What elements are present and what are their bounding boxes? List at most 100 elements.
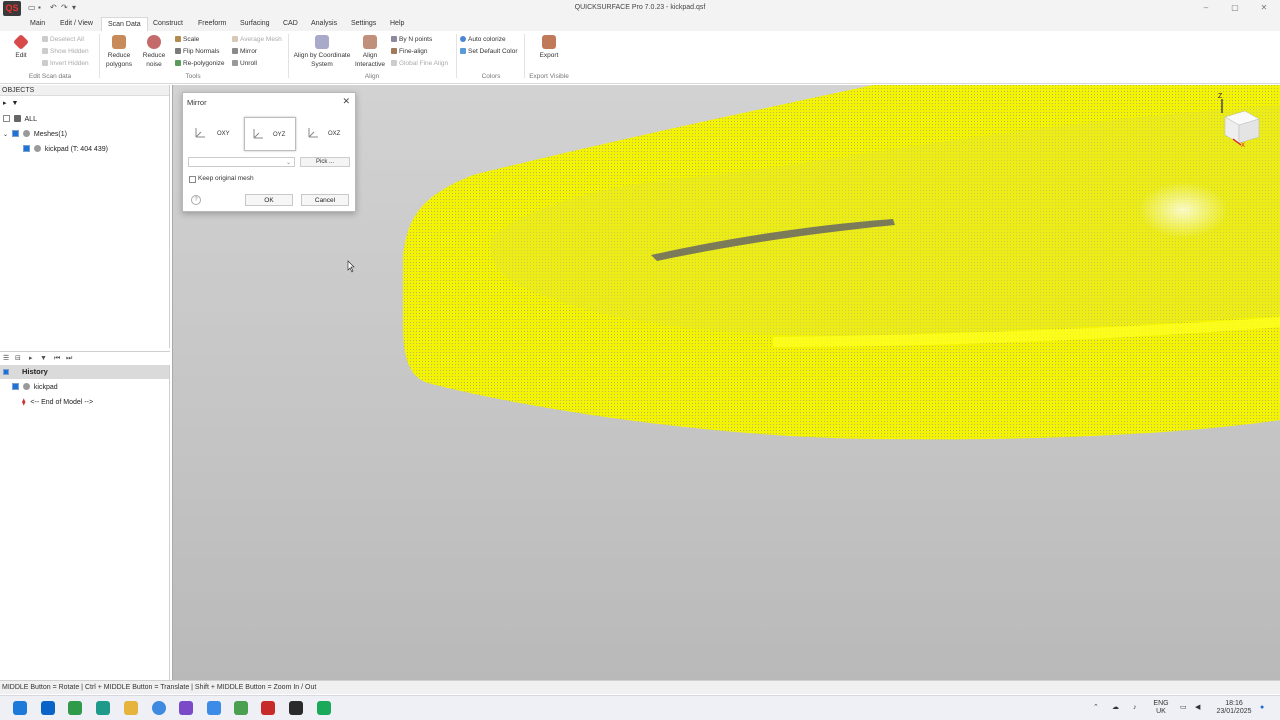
z-axis-label: Z (1218, 93, 1223, 100)
meshes-checkbox[interactable] (11, 130, 19, 137)
ok-button[interactable]: OK (245, 194, 293, 206)
fine-align-button[interactable]: Fine-align (391, 47, 428, 56)
keep-original-label: Keep original mesh (198, 175, 254, 182)
by-n-points-button[interactable]: By N points (391, 35, 432, 44)
invert-hidden-button[interactable]: Invert Hidden (42, 59, 89, 68)
expand-all-icon[interactable]: ▸ (3, 100, 7, 107)
re-polygonize-button[interactable]: Re-polygonize (175, 59, 225, 68)
keep-original-checkbox[interactable] (189, 176, 196, 183)
edit-button[interactable]: Edit (10, 34, 32, 60)
tab-settings[interactable]: Settings (345, 17, 382, 31)
average-mesh-button[interactable]: Average Mesh (232, 35, 282, 44)
plane-option-oxz[interactable]: OXZ (300, 117, 352, 151)
network-icon[interactable]: ▭ (1180, 704, 1187, 712)
history-toolbar: ☰ ⊟ ▸ ▼ ⏮ ⏭ (0, 351, 170, 365)
outlook-icon[interactable] (41, 701, 55, 715)
history-tree-icon[interactable]: ⊟ (15, 354, 21, 364)
history-last-icon[interactable]: ⏭ (66, 354, 72, 364)
mirror-button[interactable]: Mirror (232, 47, 257, 56)
auto-colorize-button[interactable]: Auto colorize (460, 35, 506, 44)
tool-app-icon[interactable] (234, 701, 248, 715)
kickpad-checkbox[interactable] (23, 145, 30, 152)
axes-icon (253, 129, 263, 139)
filezilla-icon[interactable] (261, 701, 275, 715)
history-filter-icon[interactable]: ▼ (40, 354, 47, 364)
reduce-noise-button[interactable]: Reduce noise (140, 35, 168, 69)
file-explorer-icon[interactable] (124, 701, 138, 715)
windows-start-icon[interactable] (13, 701, 27, 715)
average-mesh-icon (232, 36, 238, 42)
tab-freeform[interactable]: Freeform (192, 17, 232, 31)
tree-item-meshes[interactable]: ⌄ Meshes(1) (3, 130, 67, 140)
flip-normals-button[interactable]: Flip Normals (175, 47, 219, 56)
minimize-icon[interactable]: – (1200, 3, 1212, 13)
scale-icon (175, 36, 181, 42)
show-hidden-button[interactable]: Show Hidden (42, 47, 89, 56)
filter-icon[interactable]: ▼ (11, 100, 18, 107)
reduce-polygons-button[interactable]: Reduce polygons (103, 35, 135, 69)
reduce-noise-icon (147, 35, 161, 49)
export-button[interactable]: Export (535, 35, 563, 60)
meet-app-icon[interactable] (96, 701, 110, 715)
volume-icon[interactable]: ◀ (1195, 704, 1200, 712)
green-app-icon[interactable] (68, 701, 82, 715)
chevron-up-icon[interactable]: ⌃ (1093, 704, 1099, 712)
android-app-icon[interactable] (317, 701, 331, 715)
mirror-dialog: Mirror ✕ OXY OYZ OXZ ⌄ Pick ... Keep ori… (182, 92, 356, 212)
tab-scan-data[interactable]: Scan Data (101, 17, 148, 31)
tab-cad[interactable]: CAD (277, 17, 304, 31)
notification-icon[interactable]: ● (1260, 704, 1264, 712)
maximize-icon[interactable]: ▢ (1229, 3, 1241, 13)
history-header: History (0, 365, 169, 379)
plane-option-oxy[interactable]: OXY (187, 117, 239, 151)
history-checkbox[interactable] (3, 369, 9, 375)
tab-surfacing[interactable]: Surfacing (234, 17, 276, 31)
align-cs-icon (315, 35, 329, 49)
align-interactive-button[interactable]: Align Interactive (353, 35, 387, 69)
tree-expand-controls[interactable]: ▸ ▼ (3, 99, 18, 109)
set-default-color-button[interactable]: Set Default Color (460, 47, 518, 56)
ribbon-separator (524, 34, 525, 78)
close-window-icon[interactable]: ✕ (1258, 3, 1270, 13)
pick-button[interactable]: Pick ... (300, 157, 350, 167)
help-icon[interactable]: ? (191, 195, 201, 205)
cancel-button[interactable]: Cancel (301, 194, 349, 206)
deselect-all-button[interactable]: Deselect All (42, 35, 84, 44)
all-checkbox[interactable] (3, 115, 10, 122)
history-end-of-model[interactable]: ⧫ <-- End of Model --> (22, 398, 93, 408)
tab-help[interactable]: Help (384, 17, 410, 31)
scale-button[interactable]: Scale (175, 35, 199, 44)
edit-icon (13, 34, 29, 50)
deselect-icon (42, 36, 48, 42)
dialog-close-icon[interactable]: ✕ (342, 96, 350, 107)
history-item-kickpad[interactable]: kickpad (12, 383, 58, 393)
objects-header: OBJECTS (0, 85, 169, 96)
history-first-icon[interactable]: ⏮ (54, 354, 60, 364)
quicksurface-taskbar-icon[interactable] (289, 701, 303, 715)
onedrive-icon[interactable]: ☁ (1112, 704, 1119, 712)
language-indicator[interactable]: ENG UK (1150, 700, 1172, 716)
unroll-button[interactable]: Unroll (232, 59, 257, 68)
tab-construct[interactable]: Construct (147, 17, 189, 31)
tree-item-kickpad[interactable]: kickpad (T: 404 439) (23, 145, 108, 155)
microphone-icon[interactable]: ♪ (1133, 704, 1137, 712)
browser-icon[interactable] (152, 701, 166, 715)
colorize-icon (460, 36, 466, 42)
align-interactive-icon (363, 35, 377, 49)
history-expand-icon[interactable]: ▸ (29, 354, 33, 364)
plane-select-dropdown[interactable]: ⌄ (188, 157, 295, 167)
history-item-checkbox[interactable] (12, 383, 19, 390)
clock[interactable]: 18:16 23/01/2025 (1210, 700, 1258, 716)
notepad-icon[interactable] (207, 701, 221, 715)
align-by-cs-button[interactable]: Align by Coordinate System (291, 35, 353, 69)
tree-item-all[interactable]: ALL (3, 115, 37, 125)
tab-analysis[interactable]: Analysis (305, 17, 343, 31)
tab-edit-view[interactable]: Edit / View (54, 17, 99, 31)
plane-option-oyz[interactable]: OYZ (244, 117, 296, 151)
global-fine-align-button[interactable]: Global Fine Align (391, 59, 448, 68)
tab-main[interactable]: Main (24, 17, 51, 31)
collapse-icon[interactable]: ⌄ (3, 132, 8, 138)
history-list-icon[interactable]: ☰ (3, 354, 9, 364)
visual-studio-icon[interactable] (179, 701, 193, 715)
default-color-icon (460, 48, 466, 54)
